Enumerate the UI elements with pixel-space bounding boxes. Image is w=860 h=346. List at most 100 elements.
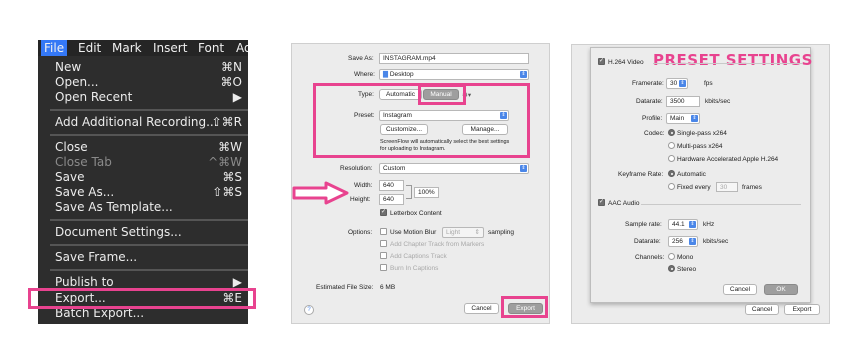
datarate-label: Datarate: bbox=[636, 98, 663, 105]
menu-separator bbox=[50, 244, 248, 246]
keyframe-automatic-radio[interactable] bbox=[668, 170, 675, 177]
menu-item-label: Publish to bbox=[55, 275, 114, 289]
motion-blur-value: Light bbox=[446, 229, 461, 236]
menu-separator bbox=[50, 269, 248, 271]
menu-item-publish-to[interactable]: Publish to ▶ bbox=[38, 275, 248, 289]
resolution-select[interactable]: Custom ⇕ bbox=[379, 163, 529, 174]
datarate-field[interactable]: 3500 bbox=[666, 96, 700, 107]
scale-field[interactable]: 100% bbox=[414, 187, 439, 198]
chevron-updown-icon: ⇕ bbox=[474, 229, 480, 236]
file-size-value: 6 MB bbox=[380, 284, 396, 291]
menubar: File Edit Mark Insert Font Ad bbox=[38, 40, 248, 56]
menubar-file[interactable]: File bbox=[41, 40, 68, 56]
menubar-insert[interactable]: Insert bbox=[153, 40, 187, 56]
codec-multi-pass-radio[interactable] bbox=[668, 142, 675, 149]
preset-cancel-button[interactable]: Cancel bbox=[723, 284, 757, 295]
options-label: Options: bbox=[348, 229, 373, 236]
framerate-select[interactable]: 30 ⇕ bbox=[666, 78, 688, 89]
channels-mono-radio[interactable] bbox=[668, 253, 675, 260]
menu-item-label: Document Settings... bbox=[55, 225, 182, 239]
audio-datarate-select[interactable]: 256 ⇕ bbox=[668, 236, 698, 247]
preset-background-dialog: H.264 Video PRESET SETTINGS Framerate: 3… bbox=[571, 44, 830, 324]
menu-separator bbox=[50, 219, 248, 221]
menubar-font[interactable]: Font bbox=[198, 40, 224, 56]
help-icon[interactable]: ? bbox=[304, 305, 314, 315]
codec-single-pass-radio[interactable] bbox=[668, 129, 675, 136]
preset-ok-button[interactable]: OK bbox=[764, 284, 798, 295]
shortcut: ⇧⌘R bbox=[211, 115, 242, 129]
file-menu: File Edit Mark Insert Font Ad New ⌘N Ope… bbox=[38, 40, 248, 324]
menu-item-open-recent[interactable]: Open Recent ▶ bbox=[38, 90, 248, 104]
file-size-label: Estimated File Size: bbox=[316, 284, 374, 291]
audio-section-label: AAC Audio bbox=[608, 200, 640, 207]
export-button-highlight-box bbox=[501, 296, 548, 318]
where-value: Desktop bbox=[389, 71, 414, 78]
submenu-arrow-icon: ▶ bbox=[232, 90, 242, 104]
height-label: Height: bbox=[350, 196, 371, 203]
letterbox-checkbox[interactable] bbox=[380, 208, 387, 216]
chevron-updown-icon: ⇕ bbox=[679, 80, 686, 87]
burn-captions-label: Burn In Captions bbox=[390, 265, 439, 272]
menu-item-label: Close bbox=[55, 140, 88, 154]
manual-highlight-box bbox=[418, 84, 466, 105]
audio-datarate-label: Datarate: bbox=[634, 238, 661, 245]
preset-settings-title: PRESET SETTINGS bbox=[653, 51, 813, 69]
channels-stereo-radio[interactable] bbox=[668, 265, 675, 272]
aac-audio-checkbox[interactable] bbox=[598, 198, 605, 206]
codec-label: Codec: bbox=[644, 130, 665, 137]
menu-item-open[interactable]: Open... ⌘O bbox=[38, 75, 248, 89]
keyframe-fixed-radio[interactable] bbox=[668, 183, 675, 190]
captions-track-label: Add Captions Track bbox=[390, 253, 447, 260]
resolution-label: Resolution: bbox=[340, 165, 373, 172]
save-as-field[interactable]: INSTAGRAM.mp4 bbox=[379, 53, 529, 64]
burn-captions-checkbox bbox=[380, 264, 387, 271]
menubar-mark[interactable]: Mark bbox=[112, 40, 142, 56]
captions-track-checkbox bbox=[380, 252, 387, 259]
menubar-edit[interactable]: Edit bbox=[78, 40, 101, 56]
channels-mono-label: Mono bbox=[677, 254, 694, 261]
audio-datarate-value: 256 bbox=[672, 238, 683, 245]
menu-item-label: Save As... bbox=[55, 185, 115, 199]
keyframe-automatic-label: Automatic bbox=[677, 171, 706, 178]
menu-item-close[interactable]: Close ⌘W bbox=[38, 140, 248, 154]
audio-datarate-unit: kbits/sec bbox=[703, 238, 729, 245]
arrow-right-icon bbox=[292, 181, 349, 205]
sample-rate-select[interactable]: 44.1 ⇕ bbox=[668, 219, 698, 230]
letterbox-label: Letterbox Content bbox=[390, 210, 442, 217]
datarate-unit: kbits/sec bbox=[705, 98, 731, 105]
menu-item-save-as-template[interactable]: Save As Template... bbox=[38, 200, 248, 214]
menu-item-label: Close Tab bbox=[55, 155, 112, 169]
menu-item-save-frame[interactable]: Save Frame... bbox=[38, 250, 248, 264]
outer-export-button[interactable]: Export bbox=[784, 304, 820, 315]
shortcut: ⌘W bbox=[218, 140, 242, 154]
menu-separator bbox=[50, 109, 248, 111]
width-field[interactable]: 640 bbox=[379, 180, 404, 191]
menu-item-save[interactable]: Save ⌘S bbox=[38, 170, 248, 184]
cancel-button[interactable]: Cancel bbox=[464, 303, 499, 314]
height-field[interactable]: 640 bbox=[379, 194, 404, 205]
outer-cancel-button[interactable]: Cancel bbox=[745, 304, 779, 315]
shortcut: ⌘S bbox=[222, 170, 242, 184]
chevron-updown-icon: ⇕ bbox=[689, 221, 696, 228]
menubar-add[interactable]: Ad bbox=[236, 40, 248, 56]
menu-item-new[interactable]: New ⌘N bbox=[38, 60, 248, 74]
aspect-link-bracket bbox=[406, 185, 412, 199]
chapter-track-checkbox bbox=[380, 240, 387, 247]
where-select[interactable]: ▇ Desktop ⇕ bbox=[379, 69, 529, 80]
video-section-label: H.264 Video bbox=[608, 59, 644, 66]
codec-hardware-radio[interactable] bbox=[668, 155, 675, 162]
motion-blur-select[interactable]: Light ⇕ bbox=[442, 227, 484, 238]
sample-rate-value: 44.1 bbox=[672, 221, 685, 228]
menu-item-add-additional-recording[interactable]: Add Additional Recording... ⇧⌘R bbox=[38, 115, 248, 129]
keyframe-rate-label: Keyframe Rate: bbox=[618, 171, 664, 178]
preset-settings-sheet: H.264 Video PRESET SETTINGS Framerate: 3… bbox=[590, 47, 813, 303]
menu-item-document-settings[interactable]: Document Settings... bbox=[38, 225, 248, 239]
motion-blur-checkbox[interactable] bbox=[380, 228, 387, 235]
profile-select[interactable]: Main ⇕ bbox=[666, 113, 700, 124]
where-label: Where: bbox=[354, 71, 375, 78]
menu-item-save-as[interactable]: Save As... ⇧⌘S bbox=[38, 185, 248, 199]
submenu-arrow-icon: ▶ bbox=[232, 275, 242, 289]
keyframe-fixed-field[interactable]: 30 bbox=[716, 182, 738, 192]
h264-video-checkbox[interactable] bbox=[598, 57, 605, 65]
folder-icon: ▇ bbox=[383, 71, 388, 78]
